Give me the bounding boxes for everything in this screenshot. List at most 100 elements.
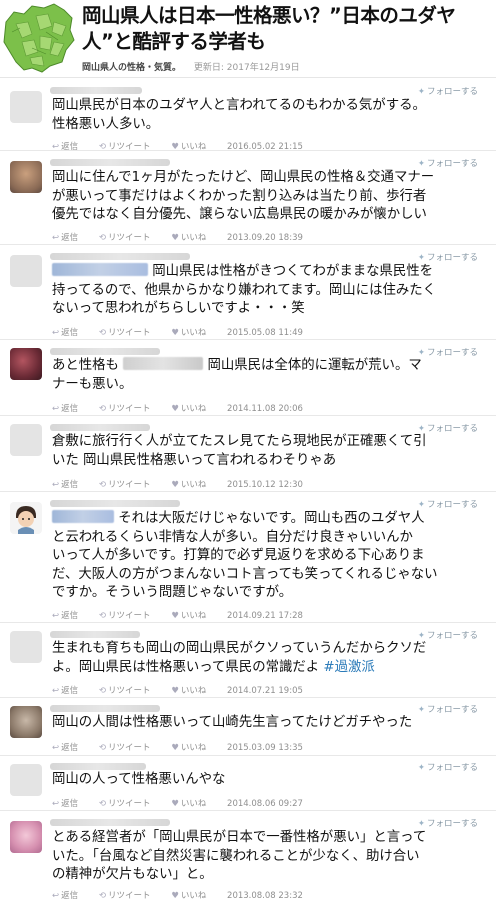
- tweet-actions: ↩ 返信 ⟲ リツイート ♥ いいね 2013.09.20 18:39: [52, 231, 312, 243]
- cartoon-avatar-icon: [16, 506, 36, 534]
- like-button[interactable]: ♥ いいね: [171, 404, 215, 414]
- heart-icon: ♥: [171, 686, 179, 696]
- follow-button[interactable]: ✦ フォローする: [418, 251, 478, 263]
- avatar[interactable]: [10, 161, 42, 193]
- follow-button[interactable]: ✦ フォローする: [418, 761, 478, 773]
- retweet-button[interactable]: ⟲ リツイート: [99, 799, 160, 809]
- retweet-button[interactable]: ⟲ リツイート: [99, 611, 160, 621]
- article-title: 岡山県人は日本一性格悪い？”日本のユダヤ人”と酷評する学者も: [82, 4, 456, 53]
- reply-icon: ↩: [52, 611, 60, 621]
- tweet-actions: ↩ 返信 ⟲ リツイート ♥ いいね 2014.09.21 17:28: [52, 609, 312, 621]
- tweet-timestamp[interactable]: 2013.09.20 18:39: [227, 233, 303, 243]
- blurred-username: [50, 819, 170, 826]
- retweet-button[interactable]: ⟲ リツイート: [99, 686, 160, 696]
- heart-icon: ♥: [171, 799, 179, 809]
- tweet-text: 生まれも育ちも岡山の岡山県民がクソっていうんだからクソだ よ。岡山県民は性格悪い…: [52, 641, 427, 675]
- like-button[interactable]: ♥ いいね: [171, 233, 215, 243]
- reply-button[interactable]: ↩ 返信: [52, 611, 87, 621]
- reply-button[interactable]: ↩ 返信: [52, 404, 87, 414]
- follow-button[interactable]: ✦ フォローする: [418, 498, 478, 510]
- blurred-username: [50, 424, 150, 431]
- follow-button[interactable]: ✦ フォローする: [418, 817, 478, 829]
- tweet-text: 岡山県民は性格がきつくてわがままな県民性を 持ってるので、他県からかなり嫌われて…: [52, 263, 437, 317]
- follow-button[interactable]: ✦ フォローする: [418, 703, 478, 715]
- like-button[interactable]: ♥ いいね: [171, 799, 215, 809]
- tweet-actions: ↩ 返信 ⟲ リツイート ♥ いいね 2014.11.08 20:06: [52, 402, 312, 414]
- avatar[interactable]: [10, 502, 42, 534]
- avatar[interactable]: [10, 348, 42, 380]
- retweet-icon: ⟲: [98, 404, 106, 414]
- tweet-card: ✦ フォローする 生まれも育ちも岡山の岡山県民がクソっていうんだからクソだ よ。岡…: [0, 623, 496, 698]
- heart-icon: ♥: [171, 404, 179, 414]
- hashtag-link[interactable]: #過激派: [323, 660, 374, 675]
- tweet-card: ✦ フォローする それは大阪だけじゃないです。岡山も西のユダヤ人 と云われるくらい…: [0, 492, 496, 623]
- retweet-icon: ⟲: [98, 233, 106, 243]
- tweet-card: ✦ フォローする 岡山の人って性格悪いんやな ↩ 返信 ⟲ リツイート ♥ いいね 20…: [0, 756, 496, 811]
- follow-button[interactable]: ✦ フォローする: [418, 157, 478, 169]
- retweet-button[interactable]: ⟲ リツイート: [99, 233, 160, 243]
- article-meta: 岡山県人の性格・気質。 更新日: 2017年12月19日: [82, 60, 300, 73]
- reply-button[interactable]: ↩ 返信: [52, 686, 87, 696]
- reply-button[interactable]: ↩ 返信: [52, 328, 87, 338]
- reply-button[interactable]: ↩ 返信: [52, 799, 87, 809]
- tweet-card: ✦ フォローする 岡山に住んで1ヶ月がたったけど、岡山県民の性格＆交通マナー が悪…: [0, 151, 496, 245]
- follow-button[interactable]: ✦ フォローする: [418, 629, 478, 641]
- reply-icon: ↩: [52, 328, 60, 338]
- follow-button[interactable]: ✦ フォローする: [418, 346, 478, 358]
- avatar[interactable]: [10, 631, 42, 663]
- article-header: 岡山県人は日本一性格悪い？”日本のユダヤ人”と酷評する学者も 岡山県人の性格・気…: [0, 0, 496, 78]
- avatar[interactable]: [10, 764, 42, 796]
- retweet-icon: ⟲: [98, 686, 106, 696]
- article-category[interactable]: 岡山県人の性格・気質。: [82, 63, 181, 73]
- tweet-text: とある経営者が「岡山県民が日本で一番性格が悪い」と言って いた。「台風など自然災…: [52, 830, 427, 883]
- tweet-timestamp[interactable]: 2014.09.21 17:28: [227, 611, 303, 621]
- avatar[interactable]: [10, 91, 42, 123]
- tweet-card: ✦ フォローする とある経営者が「岡山県民が日本で一番性格が悪い」と言って いた。…: [0, 811, 496, 901]
- blurred-username: [50, 500, 180, 507]
- blurred-mention[interactable]: [123, 357, 204, 370]
- avatar[interactable]: [10, 821, 42, 853]
- avatar[interactable]: [10, 255, 42, 287]
- follow-button[interactable]: ✦ フォローする: [418, 85, 478, 97]
- tweet-timestamp[interactable]: 2014.08.06 09:27: [227, 799, 303, 809]
- tweet-actions: ↩ 返信 ⟲ リツイート ♥ いいね 2015.05.08 11:49: [52, 326, 312, 338]
- updated-date: 更新日: 2017年12月19日: [193, 63, 300, 73]
- retweet-button[interactable]: ⟲ リツイート: [99, 328, 160, 338]
- bird-icon: ✦: [417, 253, 425, 263]
- tweet-card: ✦ フォローする 岡山県民は性格がきつくてわがままな県民性を 持ってるので、他県か…: [0, 245, 496, 340]
- tweet-timestamp[interactable]: 2015.05.08 11:49: [227, 328, 303, 338]
- blurred-username: [50, 159, 170, 166]
- avatar[interactable]: [10, 424, 42, 456]
- reply-button[interactable]: ↩ 返信: [52, 743, 87, 753]
- retweet-icon: ⟲: [98, 480, 106, 490]
- retweet-button[interactable]: ⟲ リツイート: [99, 480, 160, 490]
- retweet-button[interactable]: ⟲ リツイート: [99, 404, 160, 414]
- blurred-mention[interactable]: [52, 263, 148, 276]
- reply-button[interactable]: ↩ 返信: [52, 233, 87, 243]
- tweet-timestamp[interactable]: 2015.10.12 12:30: [227, 480, 303, 490]
- avatar[interactable]: [10, 706, 42, 738]
- tweet-timestamp[interactable]: 2014.07.21 19:05: [227, 686, 303, 696]
- blurred-mention[interactable]: [52, 510, 114, 523]
- reply-button[interactable]: ↩ 返信: [52, 480, 87, 490]
- tweet-text: 岡山県民が日本のユダヤ人と言われてるのもわかる気がする。 性格悪い人多い。: [52, 98, 426, 132]
- like-button[interactable]: ♥ いいね: [171, 743, 215, 753]
- tweet-text: あと性格も 岡山県民は全体的に運転が荒い。マ ナーも悪い。: [52, 357, 422, 392]
- like-button[interactable]: ♥ いいね: [171, 328, 215, 338]
- like-button[interactable]: ♥ いいね: [171, 611, 215, 621]
- tweet-timestamp[interactable]: 2014.11.08 20:06: [227, 404, 303, 414]
- like-button[interactable]: ♥ いいね: [171, 686, 215, 696]
- bird-icon: ✦: [417, 819, 425, 829]
- like-button[interactable]: ♥ いいね: [171, 480, 215, 490]
- tweet-text: 岡山の人間は性格悪いって山崎先生言ってたけどガチやった: [52, 715, 413, 730]
- blurred-username: [50, 705, 160, 712]
- bird-icon: ✦: [417, 159, 425, 169]
- tweet-card: ✦ フォローする 岡山の人間は性格悪いって山崎先生言ってたけどガチやった ↩ 返信 …: [0, 698, 496, 756]
- tweet-text: それは大阪だけじゃないです。岡山も西のユダヤ人 と云われるくらい非情な人が多い。…: [52, 510, 438, 601]
- retweet-icon: ⟲: [98, 799, 106, 809]
- reply-icon: ↩: [52, 686, 60, 696]
- tweet-timestamp[interactable]: 2015.03.09 13:35: [227, 743, 303, 753]
- tweet-list: ✦ フォローする 岡山県民が日本のユダヤ人と言われてるのもわかる気がする。 性格悪…: [0, 79, 496, 901]
- follow-button[interactable]: ✦ フォローする: [418, 422, 478, 434]
- retweet-button[interactable]: ⟲ リツイート: [99, 743, 160, 753]
